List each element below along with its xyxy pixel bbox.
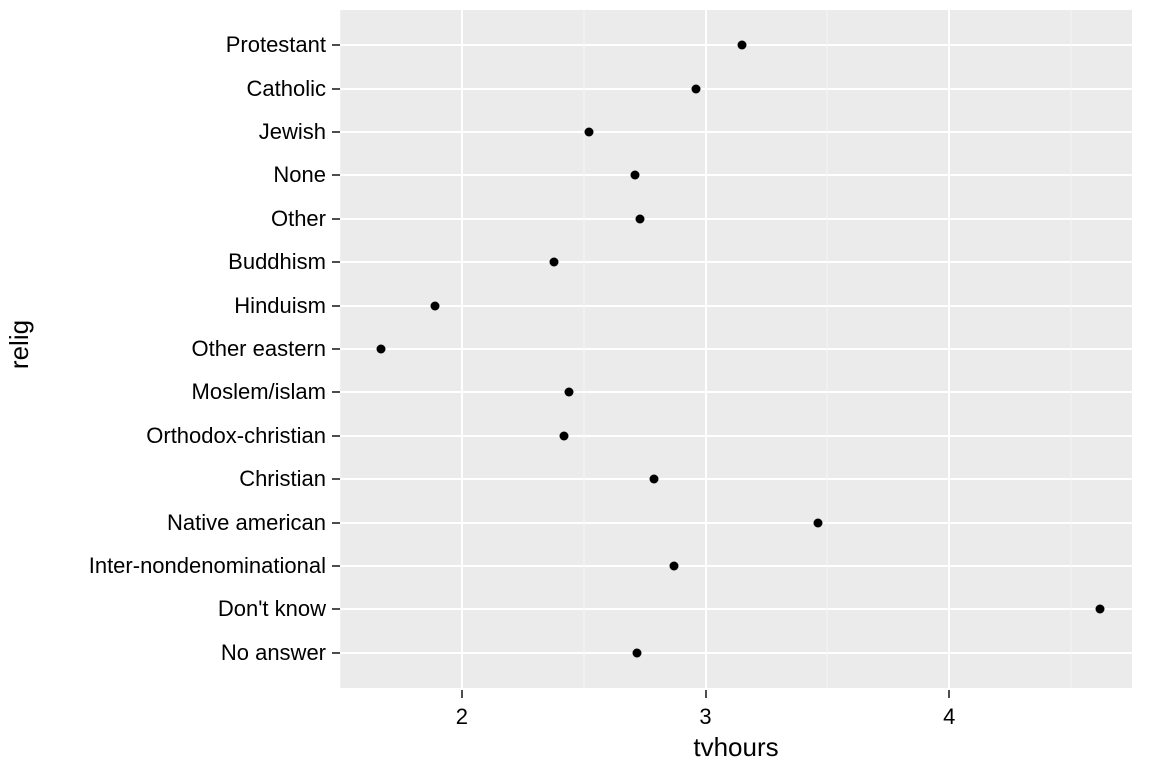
- x-tick-mark: [461, 690, 463, 698]
- y-tick-mark: [332, 391, 340, 393]
- y-tick-label: Inter-nondenominational: [89, 553, 326, 579]
- y-tick-label: Orthodox-christian: [146, 423, 326, 449]
- y-tick-label: Don't know: [218, 596, 326, 622]
- gridline-horizontal: [340, 435, 1132, 437]
- gridline-horizontal: [340, 261, 1132, 263]
- y-axis-title: relig: [0, 0, 40, 688]
- y-tick-label: Christian: [239, 466, 326, 492]
- y-tick-label: Other eastern: [191, 336, 326, 362]
- x-tick-mark: [705, 690, 707, 698]
- x-axis-title: tvhours: [340, 732, 1132, 763]
- y-tick-mark: [332, 348, 340, 350]
- y-tick-mark: [332, 305, 340, 307]
- gridline-vertical: [948, 10, 950, 688]
- dot-plot: relig Protestant Catholic Jewish None Other B…: [0, 0, 1152, 768]
- gridline-horizontal: [340, 522, 1132, 524]
- gridline-vertical-minor: [1071, 10, 1072, 688]
- y-tick-label: None: [273, 162, 326, 188]
- y-tick-mark: [332, 131, 340, 133]
- plot-panel: [340, 10, 1132, 688]
- data-point: [1096, 605, 1105, 614]
- y-tick-label: Native american: [167, 510, 326, 536]
- gridline-vertical-minor: [340, 10, 341, 688]
- x-tick-label: 2: [456, 704, 468, 730]
- gridline-horizontal: [340, 478, 1132, 480]
- data-point: [650, 475, 659, 484]
- y-tick-mark: [332, 608, 340, 610]
- data-point: [635, 214, 644, 223]
- data-point: [584, 128, 593, 137]
- gridline-horizontal: [340, 391, 1132, 393]
- y-tick-label: Hinduism: [234, 293, 326, 319]
- data-point: [431, 301, 440, 310]
- gridline-vertical: [705, 10, 707, 688]
- data-point: [813, 518, 822, 527]
- gridline-horizontal: [340, 88, 1132, 90]
- y-tick-label: Buddhism: [228, 249, 326, 275]
- gridline-vertical-minor: [583, 10, 584, 688]
- data-point: [377, 345, 386, 354]
- y-tick-mark: [332, 652, 340, 654]
- y-tick-mark: [332, 88, 340, 90]
- gridline-horizontal: [340, 565, 1132, 567]
- data-point: [565, 388, 574, 397]
- gridline-horizontal: [340, 305, 1132, 307]
- gridline-horizontal: [340, 348, 1132, 350]
- x-axis-tick-labels: 2 3 4: [340, 698, 1132, 728]
- gridline-horizontal: [340, 218, 1132, 220]
- gridline-vertical: [461, 10, 463, 688]
- gridline-horizontal: [340, 131, 1132, 133]
- gridline-horizontal: [340, 174, 1132, 176]
- data-point: [560, 431, 569, 440]
- y-tick-mark: [332, 44, 340, 46]
- x-tick-label: 3: [699, 704, 711, 730]
- y-tick-label: No answer: [221, 640, 326, 666]
- y-tick-mark: [332, 478, 340, 480]
- y-tick-label: Catholic: [247, 76, 326, 102]
- y-axis-tick-labels: Protestant Catholic Jewish None Other Buddhis…: [40, 10, 340, 688]
- y-tick-mark: [332, 261, 340, 263]
- data-point: [550, 258, 559, 267]
- y-tick-mark: [332, 435, 340, 437]
- data-point: [633, 648, 642, 657]
- x-tick-label: 4: [943, 704, 955, 730]
- y-tick-mark: [332, 218, 340, 220]
- gridline-horizontal: [340, 652, 1132, 654]
- x-tick-mark: [948, 690, 950, 698]
- data-point: [630, 171, 639, 180]
- y-tick-label: Moslem/islam: [192, 379, 326, 405]
- gridline-vertical-minor: [827, 10, 828, 688]
- data-point: [691, 84, 700, 93]
- y-tick-mark: [332, 565, 340, 567]
- gridline-horizontal: [340, 608, 1132, 610]
- data-point: [669, 561, 678, 570]
- data-point: [738, 41, 747, 50]
- gridline-horizontal: [340, 44, 1132, 46]
- y-tick-mark: [332, 174, 340, 176]
- y-tick-label: Protestant: [226, 32, 326, 58]
- y-tick-label: Other: [271, 206, 326, 232]
- y-tick-mark: [332, 522, 340, 524]
- y-tick-label: Jewish: [259, 119, 326, 145]
